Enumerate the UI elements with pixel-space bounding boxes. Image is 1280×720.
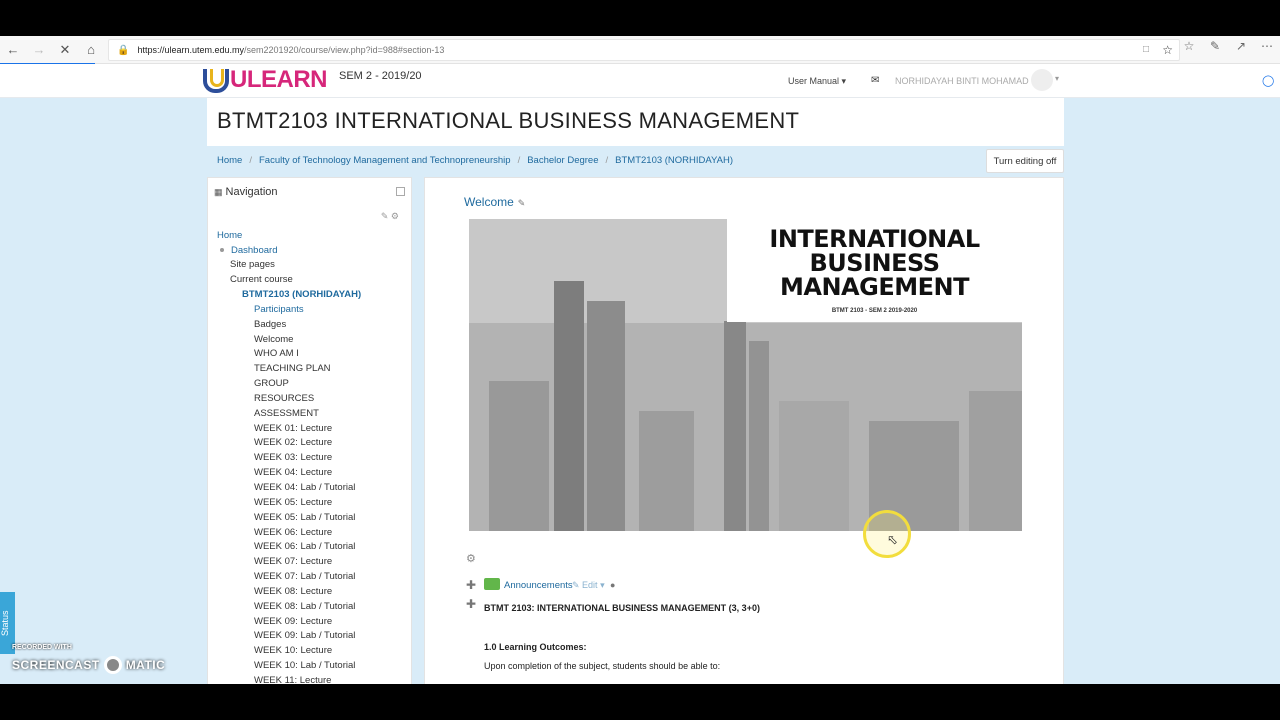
url-host: https://ulearn.utem.edu.my xyxy=(137,45,245,55)
page-title: BTMT2103 INTERNATIONAL BUSINESS MANAGEME… xyxy=(217,108,800,133)
nav-item-week[interactable]: WEEK 08: Lab / Tutorial xyxy=(254,601,355,612)
nav-item-week[interactable]: WEEK 09: Lecture xyxy=(254,616,332,627)
block-actions-icon[interactable]: ✎ ⚙ xyxy=(381,211,399,222)
nav-item-group[interactable]: GROUP xyxy=(254,378,289,389)
nav-item-week[interactable]: WEEK 10: Lecture xyxy=(254,645,332,656)
nav-item-site-pages[interactable]: Site pages xyxy=(230,259,275,270)
nav-item-who-am-i[interactable]: WHO AM I xyxy=(254,348,299,359)
nav-item-week[interactable]: WEEK 04: Lecture xyxy=(254,467,332,478)
turn-editing-off-button[interactable]: Turn editing off xyxy=(986,149,1064,173)
recorded-with-label: RECORDED WITH xyxy=(12,644,72,651)
favorite-star-icon[interactable]: ☆ xyxy=(1162,43,1173,57)
move-icon[interactable]: ✚ xyxy=(466,578,476,592)
sitemap-icon: ▦ xyxy=(214,187,223,197)
announcements-link[interactable]: Announcements xyxy=(504,580,573,591)
messages-icon[interactable]: ✉ xyxy=(871,75,879,86)
banner-subtitle: BTMT 2103 - SEM 2 2019-2020 xyxy=(831,308,918,314)
nav-item-welcome[interactable]: Welcome xyxy=(254,334,293,345)
semester-label: SEM 2 - 2019/20 xyxy=(339,70,422,82)
nav-item-week[interactable]: WEEK 10: Lab / Tutorial xyxy=(254,660,355,671)
nav-item-week[interactable]: WEEK 07: Lab / Tutorial xyxy=(254,571,355,582)
navigation-header: ▦ Navigation xyxy=(214,186,278,198)
nav-item-week[interactable]: WEEK 04: Lab / Tutorial xyxy=(254,482,355,493)
loading-spinner-icon: ◯ xyxy=(1262,75,1275,87)
screencast-watermark: SCREENCAST MATIC xyxy=(12,656,166,674)
nav-item-dashboard[interactable]: Dashboard xyxy=(220,245,277,256)
nav-item-participants[interactable]: Participants xyxy=(254,304,304,315)
back-icon[interactable]: ← xyxy=(0,39,26,61)
user-manual-menu[interactable]: User Manual ▾ xyxy=(788,76,846,87)
nav-item-week[interactable]: WEEK 05: Lab / Tutorial xyxy=(254,512,355,523)
pen-icon[interactable]: ✎ xyxy=(1202,39,1228,53)
edit-menu[interactable]: ✎ Edit ▾ xyxy=(572,580,605,591)
breadcrumb-degree[interactable]: Bachelor Degree xyxy=(527,155,598,166)
url-path: /sem2201920/course/view.php?id=988#secti… xyxy=(244,45,445,55)
gear-icon[interactable]: ⚙ xyxy=(466,552,476,565)
course-heading: BTMT 2103: INTERNATIONAL BUSINESS MANAGE… xyxy=(484,603,760,613)
logo-text: ULEARN xyxy=(230,66,328,93)
address-bar[interactable]: 🔒 https://ulearn.utem.edu.my/sem2201920/… xyxy=(108,39,1180,61)
move-icon[interactable]: ✚ xyxy=(466,597,476,611)
banner-title: INTERNATIONAL BUSINESS MANAGEMENT xyxy=(769,225,980,301)
nav-item-week[interactable]: WEEK 08: Lecture xyxy=(254,586,332,597)
more-icon[interactable]: ⋯ xyxy=(1254,39,1280,53)
lock-icon: 🔒 xyxy=(117,44,130,56)
nav-item-week[interactable]: WEEK 01: Lecture xyxy=(254,423,332,434)
nav-item-week[interactable]: WEEK 07: Lecture xyxy=(254,556,332,567)
forward-icon[interactable]: → xyxy=(26,39,52,61)
reader-view-icon[interactable]: □ xyxy=(1143,44,1149,55)
avatar[interactable] xyxy=(1031,69,1053,91)
user-menu-name[interactable]: NORHIDAYAH BINTI MOHAMAD xyxy=(895,76,1029,86)
breadcrumb: Home / Faculty of Technology Management a… xyxy=(217,155,734,166)
navigation-block: ▦ Navigation ✎ ⚙ Home Dashboard Site page… xyxy=(207,177,412,684)
breadcrumb-course[interactable]: BTMT2103 (NORHIDAYAH) xyxy=(615,155,733,166)
course-content: Welcome ✎ INTERNATIONAL BUSINESS MANAGEME… xyxy=(424,177,1064,684)
collapse-block-icon[interactable] xyxy=(396,187,405,196)
stop-icon[interactable]: ✕ xyxy=(52,39,78,61)
breadcrumb-faculty[interactable]: Faculty of Technology Management and Tec… xyxy=(259,155,511,166)
favorites-icon[interactable]: ☆ xyxy=(1176,39,1202,53)
browser-toolbar: ← → ✕ ⌂ 🔒 https://ulearn.utem.edu.my/sem… xyxy=(0,36,1280,65)
nav-item-teaching-plan[interactable]: TEACHING PLAN xyxy=(254,363,331,374)
nav-item-week[interactable]: WEEK 02: Lecture xyxy=(254,437,332,448)
forum-icon xyxy=(484,578,500,590)
nav-item-current-course[interactable]: Current course xyxy=(230,274,293,285)
user-icon[interactable]: ● xyxy=(610,580,615,590)
navigation-title: Navigation xyxy=(225,186,278,198)
nav-item-week[interactable]: WEEK 06: Lab / Tutorial xyxy=(254,541,355,552)
site-header: ULEARN SEM 2 - 2019/20 User Manual ▾ ✉ N… xyxy=(0,64,1280,98)
nav-item-week[interactable]: WEEK 09: Lab / Tutorial xyxy=(254,630,355,641)
nav-item-week[interactable]: WEEK 11: Lecture xyxy=(254,675,331,684)
nav-item-week[interactable]: WEEK 05: Lecture xyxy=(254,497,332,508)
course-banner-image: INTERNATIONAL BUSINESS MANAGEMENT BTMT 2… xyxy=(469,219,1022,531)
chevron-down-icon[interactable]: ▾ xyxy=(1055,74,1059,83)
nav-item-badges[interactable]: Badges xyxy=(254,319,286,330)
home-icon[interactable]: ⌂ xyxy=(78,39,104,61)
user-manual-label: User Manual xyxy=(788,76,840,86)
logo-u-inner xyxy=(210,69,224,87)
ulearn-logo[interactable]: ULEARN xyxy=(203,66,333,95)
section-title[interactable]: Welcome ✎ xyxy=(464,195,525,209)
screencast-logo-icon xyxy=(103,656,122,674)
nav-item-resources[interactable]: RESOURCES xyxy=(254,393,314,404)
nav-item-home[interactable]: Home xyxy=(217,230,242,241)
breadcrumb-home[interactable]: Home xyxy=(217,155,242,166)
learning-outcomes-heading: 1.0 Learning Outcomes: xyxy=(484,642,587,652)
nav-item-course[interactable]: BTMT2103 (NORHIDAYAH) xyxy=(242,289,361,300)
mouse-cursor-icon: ⬁ xyxy=(887,532,898,547)
learning-outcomes-intro: Upon completion of the subject, students… xyxy=(484,661,721,671)
nav-item-week[interactable]: WEEK 03: Lecture xyxy=(254,452,332,463)
browser-window: ← → ✕ ⌂ 🔒 https://ulearn.utem.edu.my/sem… xyxy=(0,36,1280,684)
nav-item-assessment[interactable]: ASSESSMENT xyxy=(254,408,319,419)
nav-item-week[interactable]: WEEK 06: Lecture xyxy=(254,527,332,538)
share-icon[interactable]: ↗ xyxy=(1228,39,1254,53)
page-header: BTMT2103 INTERNATIONAL BUSINESS MANAGEME… xyxy=(207,98,1064,146)
edit-title-icon[interactable]: ✎ xyxy=(518,198,526,208)
